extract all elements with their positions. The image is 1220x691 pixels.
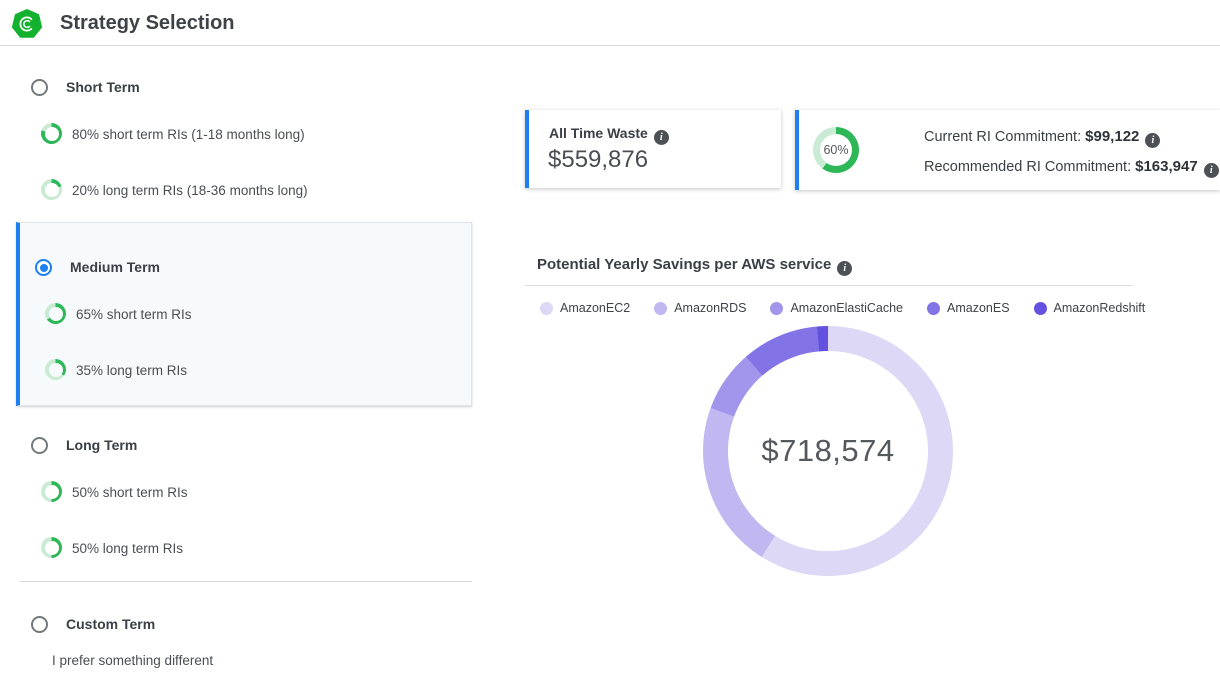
waste-card-title: All Time Waste i <box>549 125 669 145</box>
allocation-label: 20% long term RIs (18-36 months long) <box>72 183 308 198</box>
commitment-gauge: 60% <box>813 127 859 173</box>
strategy-card-medium-term[interactable]: Medium Term 65% short term RIs 35% long … <box>16 222 472 406</box>
legend-dot <box>1034 302 1047 315</box>
allocation-ring-50pct-short <box>41 481 62 502</box>
savings-donut-chart[interactable]: $718,574 <box>703 326 953 576</box>
cloudcheckr-logo-icon <box>12 9 42 39</box>
allocation-ring-65pct <box>45 303 66 324</box>
info-icon[interactable]: i <box>837 261 852 276</box>
allocation-label: 65% short term RIs <box>76 307 192 322</box>
legend-label: AmazonRDS <box>674 301 746 315</box>
legend-item-amazonec2[interactable]: AmazonEC2 <box>540 301 630 315</box>
header-bar: Strategy Selection <box>0 0 1220 46</box>
recommended-commitment-line: Recommended RI Commitment: $163,947 i <box>924 158 1219 178</box>
legend-label: AmazonElastiCache <box>790 301 903 315</box>
allocation-label: 50% short term RIs <box>72 485 188 500</box>
gauge-percent-label: 60% <box>813 127 859 173</box>
donut-center-total: $718,574 <box>761 433 894 469</box>
info-icon[interactable]: i <box>654 130 669 145</box>
chart-title: Potential Yearly Savings per AWS service… <box>537 256 852 276</box>
allocation-ring-80pct <box>41 123 62 144</box>
strategy-label-medium-term[interactable]: Medium Term <box>70 259 160 275</box>
recommended-commitment-label: Recommended RI Commitment: <box>924 159 1131 175</box>
chart-divider <box>525 285 1133 286</box>
radio-long-term[interactable] <box>31 437 48 454</box>
donut-hole: $718,574 <box>728 351 928 551</box>
recommended-commitment-value: $163,947 <box>1135 158 1198 175</box>
legend-label: AmazonRedshift <box>1054 301 1146 315</box>
info-icon[interactable]: i <box>1145 133 1160 148</box>
strategy-label-custom-term[interactable]: Custom Term <box>66 616 155 632</box>
legend-dot <box>540 302 553 315</box>
allocation-ring-50pct-long <box>41 537 62 558</box>
legend-item-amazonredshift[interactable]: AmazonRedshift <box>1034 301 1146 315</box>
legend-label: AmazonES <box>947 301 1010 315</box>
current-commitment-label: Current RI Commitment: <box>924 129 1081 145</box>
legend-dot <box>654 302 667 315</box>
strategy-label-long-term[interactable]: Long Term <box>66 437 137 453</box>
radio-short-term[interactable] <box>31 79 48 96</box>
legend-item-amazonrds[interactable]: AmazonRDS <box>654 301 746 315</box>
info-icon[interactable]: i <box>1204 163 1219 178</box>
legend-item-amazonelasticache[interactable]: AmazonElastiCache <box>770 301 903 315</box>
current-commitment-value: $99,122 <box>1085 128 1139 145</box>
allocation-label: 35% long term RIs <box>76 363 187 378</box>
allocation-label: 80% short term RIs (1-18 months long) <box>72 127 305 142</box>
allocation-ring-20pct <box>41 179 62 200</box>
section-divider <box>20 581 472 582</box>
waste-card-label: All Time Waste <box>549 125 648 141</box>
legend-label: AmazonEC2 <box>560 301 630 315</box>
current-commitment-line: Current RI Commitment: $99,122 i <box>924 128 1160 148</box>
radio-custom-term[interactable] <box>31 616 48 633</box>
waste-card-value: $559,876 <box>548 146 648 174</box>
chart-legend: AmazonEC2 AmazonRDS AmazonElastiCache Am… <box>540 301 1145 315</box>
legend-dot <box>927 302 940 315</box>
allocation-label: 50% long term RIs <box>72 541 183 556</box>
chart-title-text: Potential Yearly Savings per AWS service <box>537 256 831 273</box>
ri-commitment-card: 60% Current RI Commitment: $99,122 i Reco… <box>795 110 1220 190</box>
radio-medium-term[interactable] <box>35 259 52 276</box>
strategy-label-short-term[interactable]: Short Term <box>66 79 140 95</box>
all-time-waste-card: All Time Waste i $559,876 <box>525 110 781 188</box>
legend-item-amazones[interactable]: AmazonES <box>927 301 1010 315</box>
allocation-ring-35pct <box>45 359 66 380</box>
legend-dot <box>770 302 783 315</box>
custom-term-description: I prefer something different <box>52 653 213 668</box>
page-title: Strategy Selection <box>60 12 235 35</box>
